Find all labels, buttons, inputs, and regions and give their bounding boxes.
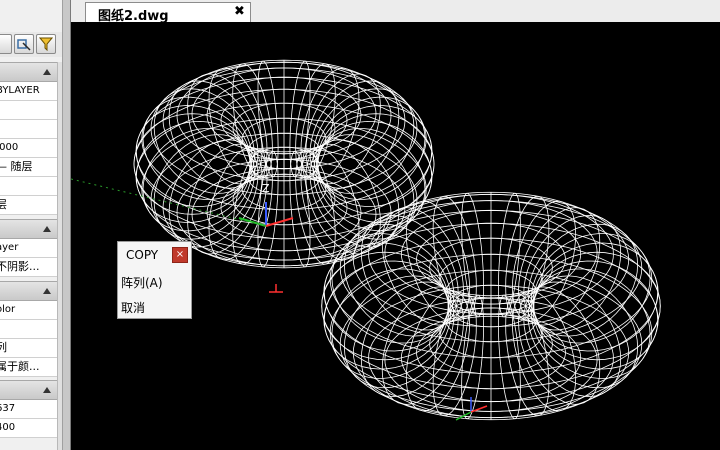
tab-drawing[interactable]: 图纸2.dwg ✖ — [85, 2, 251, 24]
property-row[interactable]: 不阴影... — [0, 258, 57, 277]
property-row[interactable] — [0, 320, 57, 339]
property-row[interactable]: BYLAYER — [0, 82, 57, 101]
property-row[interactable]: 637 — [0, 400, 57, 419]
torus-wireframe-front — [321, 191, 661, 421]
section-header-view[interactable] — [0, 380, 57, 400]
torus-wireframe-back — [133, 59, 435, 269]
close-icon[interactable]: × — [172, 247, 188, 263]
context-menu-title: COPY — [126, 248, 159, 262]
property-row[interactable]: — 随层 — [0, 158, 57, 177]
context-menu: COPY × 阵列(A) 取消 — [117, 241, 192, 319]
menu-item-cancel[interactable]: 取消 — [121, 299, 145, 316]
collapse-arrow-icon[interactable] — [43, 226, 51, 232]
properties-panel: BYLAYER .000 — 随层 层 ayer 不阴影... olor 列 属… — [0, 0, 63, 450]
tab-close-icon[interactable]: ✖ — [234, 4, 245, 19]
section-header-3d[interactable] — [0, 219, 57, 239]
ucs-z-label: Z — [262, 182, 270, 195]
property-row[interactable]: .000 — [0, 139, 57, 158]
property-row[interactable]: 层 — [0, 196, 57, 215]
property-row[interactable]: 列 — [0, 339, 57, 358]
quick-select-icon — [17, 39, 31, 51]
panel-splitter[interactable] — [63, 0, 71, 450]
filter-button[interactable] — [36, 34, 56, 54]
drawing-canvas[interactable]: Z — [71, 22, 720, 450]
menu-item-array[interactable]: 阵列(A) — [121, 274, 163, 291]
wireframe-drawing: Z — [71, 59, 661, 421]
collapse-arrow-icon[interactable] — [43, 69, 51, 75]
section-header-plot[interactable] — [0, 281, 57, 301]
property-row[interactable]: 属于颜... — [0, 358, 57, 377]
property-row[interactable]: olor — [0, 301, 57, 320]
property-row[interactable] — [0, 120, 57, 139]
section-header-general[interactable] — [0, 62, 57, 82]
quick-select-button[interactable] — [14, 34, 34, 54]
document-tab-bar: 图纸2.dwg ✖ — [71, 0, 720, 24]
properties-toolbar — [0, 32, 62, 57]
collapse-arrow-icon[interactable] — [43, 387, 51, 393]
property-row[interactable] — [0, 101, 57, 120]
property-row[interactable]: 400 — [0, 419, 57, 438]
property-row[interactable]: ayer — [0, 239, 57, 258]
toolbar-button-partial[interactable] — [0, 34, 12, 54]
collapse-arrow-icon[interactable] — [43, 288, 51, 294]
property-row[interactable] — [0, 177, 57, 196]
filter-icon — [39, 37, 53, 51]
